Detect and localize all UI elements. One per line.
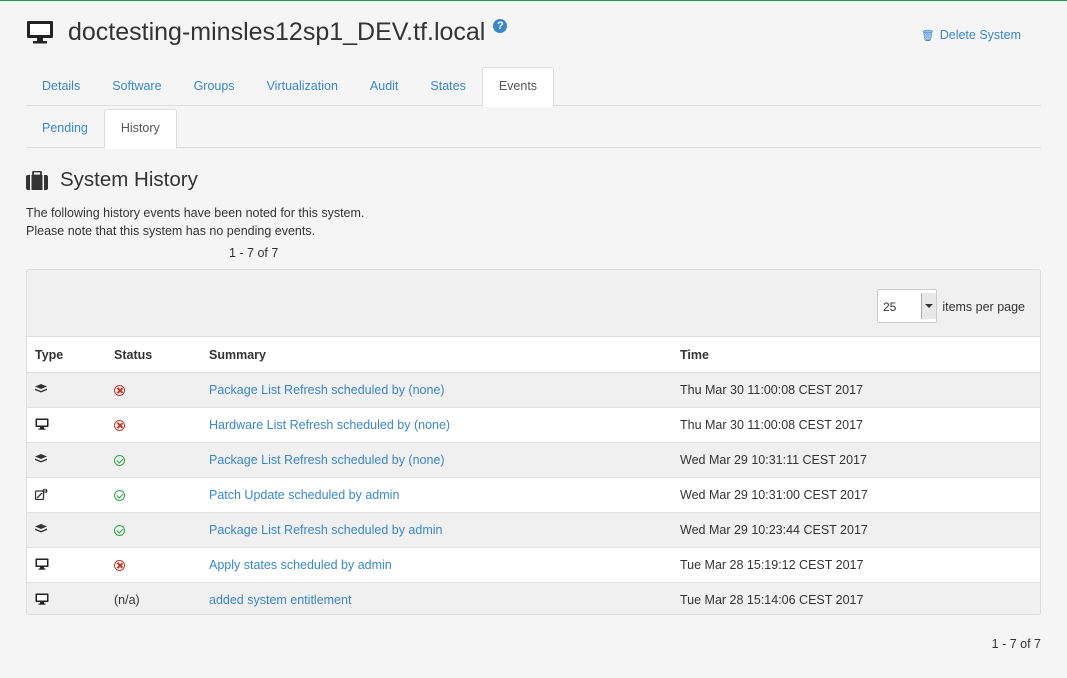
event-summary-link[interactable]: Hardware List Refresh scheduled by (none… bbox=[209, 418, 450, 432]
type-cell bbox=[27, 372, 106, 408]
desktop-icon bbox=[35, 418, 49, 433]
packages-icon bbox=[35, 453, 47, 467]
event-time: Thu Mar 30 11:00:08 CEST 2017 bbox=[672, 407, 1040, 443]
summary-cell: Patch Update scheduled by admin bbox=[201, 477, 672, 513]
event-time: Wed Mar 29 10:23:44 CEST 2017 bbox=[672, 512, 1040, 548]
event-time: Wed Mar 29 10:31:11 CEST 2017 bbox=[672, 442, 1040, 478]
patch-icon bbox=[34, 487, 48, 503]
table-row: (n/a) added system entitlement Tue Mar 28 … bbox=[27, 582, 1040, 614]
summary-cell: Hardware List Refresh scheduled by (none… bbox=[201, 407, 672, 443]
event-summary-link[interactable]: Package List Refresh scheduled by (none) bbox=[209, 453, 445, 467]
tab-states[interactable]: States bbox=[414, 67, 481, 105]
tab-details[interactable]: Details bbox=[26, 67, 96, 105]
event-summary-link[interactable]: Package List Refresh scheduled by admin bbox=[209, 523, 442, 537]
table-row: Patch Update scheduled by admin Wed Mar 2… bbox=[27, 477, 1040, 513]
status-cell bbox=[106, 442, 201, 478]
status-cell bbox=[106, 512, 201, 548]
desktop-icon bbox=[35, 558, 49, 573]
column-header-summary[interactable]: Summary bbox=[201, 337, 672, 373]
event-time: Wed Mar 29 10:31:00 CEST 2017 bbox=[672, 477, 1040, 513]
desktop-icon bbox=[35, 593, 49, 608]
summary-cell: Package List Refresh scheduled by admin bbox=[201, 512, 672, 548]
intro-text: The following history events have been n… bbox=[26, 204, 364, 240]
completed-icon bbox=[114, 490, 125, 502]
delete-system-button[interactable]: 🗑 Delete System bbox=[921, 28, 1021, 42]
table-row: Hardware List Refresh scheduled by (none… bbox=[27, 407, 1040, 443]
column-header-time[interactable]: Time bbox=[672, 337, 1040, 373]
type-cell bbox=[27, 582, 106, 614]
event-summary-link[interactable]: Apply states scheduled by admin bbox=[209, 558, 392, 572]
system-header: doctesting-minsles12sp1_DEV.tf.local? 🗑 D… bbox=[26, 15, 1041, 55]
event-summary-link[interactable]: Patch Update scheduled by admin bbox=[209, 488, 399, 502]
status-cell bbox=[106, 372, 201, 408]
column-header-type[interactable]: Type bbox=[27, 337, 106, 373]
completed-icon bbox=[114, 455, 125, 467]
help-icon[interactable]: ? bbox=[493, 19, 508, 33]
summary-cell: Apply states scheduled by admin bbox=[201, 547, 672, 583]
monitor-icon bbox=[27, 21, 53, 44]
items-per-page-label: items per page bbox=[942, 300, 1025, 314]
type-cell bbox=[27, 547, 106, 583]
status-cell bbox=[106, 407, 201, 443]
results-range-bottom: 1 - 7 of 7 bbox=[991, 637, 1041, 651]
event-time: Tue Mar 28 15:14:06 CEST 2017 bbox=[672, 582, 1040, 614]
trash-icon: 🗑 bbox=[920, 30, 935, 42]
history-table: Type Status Summary Time Package List Re… bbox=[27, 337, 1040, 614]
dropdown-arrow-icon[interactable] bbox=[921, 293, 936, 319]
table-row: Package List Refresh scheduled by (none)… bbox=[27, 442, 1040, 478]
event-summary-link[interactable]: Package List Refresh scheduled by (none) bbox=[209, 383, 445, 397]
tab-audit[interactable]: Audit bbox=[354, 67, 415, 105]
status-text: (n/a) bbox=[114, 593, 140, 607]
tab-virtualization[interactable]: Virtualization bbox=[251, 67, 354, 105]
type-cell bbox=[27, 477, 106, 513]
panel-toolbar: 25 items per page bbox=[27, 270, 1040, 337]
tab-events[interactable]: Events bbox=[481, 67, 555, 107]
tab-software[interactable]: Software bbox=[96, 67, 177, 105]
completed-icon bbox=[114, 525, 125, 537]
status-cell bbox=[106, 547, 201, 583]
sub-tabs: Pending History bbox=[26, 109, 1041, 149]
event-summary-link[interactable]: added system entitlement bbox=[209, 593, 351, 607]
subtab-pending[interactable]: Pending bbox=[26, 109, 104, 147]
table-row: Package List Refresh scheduled by (none)… bbox=[27, 372, 1040, 408]
packages-icon bbox=[35, 523, 47, 537]
table-row: Apply states scheduled by admin Tue Mar 2… bbox=[27, 547, 1040, 583]
column-header-status[interactable]: Status bbox=[106, 337, 201, 373]
items-per-page-value: 25 bbox=[883, 300, 897, 314]
type-cell bbox=[27, 512, 106, 548]
type-cell bbox=[27, 442, 106, 478]
history-panel: 25 items per page Type Status Summary Ti… bbox=[26, 269, 1041, 615]
summary-cell: Package List Refresh scheduled by (none) bbox=[201, 442, 672, 478]
failed-icon bbox=[114, 420, 125, 432]
main-tabs: Details Software Groups Virtualization Audit… bbox=[26, 67, 1041, 107]
event-time: Tue Mar 28 15:19:12 CEST 2017 bbox=[672, 547, 1040, 583]
briefcase-icon bbox=[26, 171, 48, 190]
table-row: Package List Refresh scheduled by admin W… bbox=[27, 512, 1040, 548]
delete-system-label: Delete System bbox=[939, 28, 1021, 42]
items-per-page-select[interactable]: 25 bbox=[877, 289, 937, 323]
subtab-history[interactable]: History bbox=[103, 109, 177, 149]
system-name: doctesting-minsles12sp1_DEV.tf.local bbox=[68, 18, 486, 46]
type-cell bbox=[27, 407, 106, 443]
status-cell: (n/a) bbox=[106, 582, 201, 614]
summary-cell: added system entitlement bbox=[201, 582, 672, 614]
summary-cell: Package List Refresh scheduled by (none) bbox=[201, 372, 672, 408]
intro-line-1: The following history events have been n… bbox=[26, 206, 365, 220]
table-header-row: Type Status Summary Time bbox=[27, 337, 1040, 373]
status-cell bbox=[106, 477, 201, 513]
failed-icon bbox=[114, 385, 125, 397]
packages-icon bbox=[35, 383, 47, 397]
page-title: doctesting-minsles12sp1_DEV.tf.local? bbox=[68, 15, 508, 49]
tab-groups[interactable]: Groups bbox=[178, 67, 251, 105]
results-range-top: 1 - 7 of 7 bbox=[229, 246, 279, 260]
failed-icon bbox=[114, 560, 125, 572]
intro-line-2: Please note that this system has no pend… bbox=[26, 224, 316, 238]
section-title: System History bbox=[60, 168, 198, 191]
event-time: Thu Mar 30 11:00:08 CEST 2017 bbox=[672, 372, 1040, 408]
